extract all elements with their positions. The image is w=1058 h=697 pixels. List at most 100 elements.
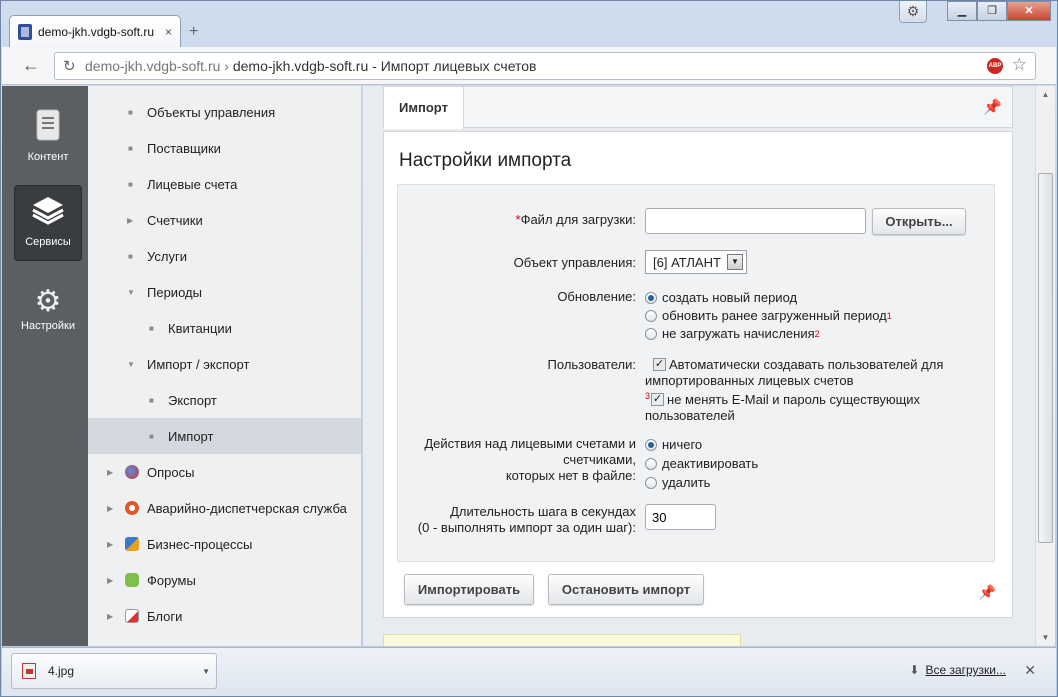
menu-item-objects[interactable]: ■ Объекты управления: [88, 94, 361, 130]
checkbox-checked[interactable]: ✓: [651, 393, 665, 406]
radio-button[interactable]: [645, 310, 657, 322]
collapse-arrow-icon[interactable]: ▼: [127, 288, 135, 297]
menu-item-suppliers[interactable]: ■ Поставщики: [88, 130, 361, 166]
users-opt1-continued: импортированных лицевых счетов: [645, 373, 854, 388]
scrollbar-thumb[interactable]: [1038, 173, 1053, 543]
dropdown-arrow-icon: ▼: [726, 254, 743, 270]
actions-label: Действия над лицевыми счетами и счетчикам…: [424, 436, 636, 483]
menu-item-emergency[interactable]: ▶ Аварийно-диспетчерская служба: [88, 490, 361, 526]
page-title: Настройки импорта: [399, 150, 572, 171]
expand-arrow-icon[interactable]: ▶: [107, 576, 113, 585]
menu-item-polls[interactable]: ▶ Опросы: [88, 454, 361, 490]
action-option-nothing[interactable]: ничего: [639, 436, 758, 454]
close-window-button[interactable]: ✕: [1007, 1, 1051, 21]
action-option-delete[interactable]: удалить: [639, 474, 758, 492]
menu-item-accounts[interactable]: ■ Лицевые счета: [88, 166, 361, 202]
download-arrow-icon: ⬇: [909, 663, 920, 677]
expand-arrow-icon[interactable]: ▶: [107, 540, 113, 549]
action-option-deactivate[interactable]: деактивировать: [639, 455, 758, 473]
update-option-skip[interactable]: не загружать начисления 2: [639, 325, 892, 343]
back-arrow-icon[interactable]: ←: [16, 55, 46, 76]
image-file-icon: [22, 663, 36, 679]
auto-create-users-checkbox[interactable]: ✓ Автоматически создавать пользователей д…: [645, 356, 943, 373]
menu-item-receipts[interactable]: ■ Квитанции: [88, 310, 361, 346]
expand-arrow-icon[interactable]: ▶: [107, 504, 113, 513]
restore-button[interactable]: ❐: [977, 1, 1007, 21]
tab-title: demo-jkh.vdgb-soft.ru: [38, 24, 155, 39]
panel-item-services[interactable]: Сервисы: [14, 185, 82, 261]
bullet-icon: ■: [149, 431, 154, 441]
url-text: demo-jkh.vdgb-soft.ru › demo-jkh.vdgb-so…: [85, 58, 537, 74]
radio-button[interactable]: [645, 292, 657, 304]
browser-window: demo-jkh.vdgb-soft.ru × + ⚙ ▁ ❐ ✕ ← ↻ de…: [0, 0, 1058, 697]
update-option-refresh[interactable]: обновить ранее загруженный период 1: [639, 307, 892, 325]
reload-icon[interactable]: ↻: [63, 57, 85, 75]
import-button[interactable]: Импортировать: [404, 574, 534, 605]
adblock-icon[interactable]: ABP: [987, 58, 1003, 74]
browser-settings-gear-icon[interactable]: ⚙: [899, 1, 927, 23]
new-tab-button[interactable]: +: [189, 23, 198, 41]
downloads-bar: 4.jpg ▼ ⬇ Все загрузки... ✕: [2, 647, 1056, 696]
minimize-button[interactable]: ▁: [947, 1, 977, 21]
bookmark-star-icon[interactable]: ☆: [1012, 55, 1027, 75]
open-file-button[interactable]: Открыть...: [872, 208, 966, 235]
menu-item-business-processes[interactable]: ▶ Бизнес-процессы: [88, 526, 361, 562]
download-file-name: 4.jpg: [48, 664, 75, 678]
radio-button[interactable]: [645, 328, 657, 340]
gear-icon: ⚙: [34, 285, 62, 318]
expand-arrow-icon[interactable]: ▶: [107, 468, 113, 477]
object-select[interactable]: [6] АТЛАНТ ▼: [645, 250, 747, 274]
browser-tab[interactable]: demo-jkh.vdgb-soft.ru ×: [9, 15, 181, 47]
tab-strip: demo-jkh.vdgb-soft.ru × + ⚙ ▁ ❐ ✕: [1, 1, 1057, 47]
page-scrollbar[interactable]: ▲ ▼: [1035, 86, 1055, 646]
file-label: *Файл для загрузки:: [515, 212, 637, 227]
lifebuoy-icon: [125, 501, 139, 515]
close-downloads-icon[interactable]: ✕: [1024, 662, 1036, 679]
expand-arrow-icon[interactable]: ▶: [107, 612, 113, 621]
update-option-new[interactable]: создать новый период: [639, 289, 892, 307]
step-label: Длительность шага в секундах (0 - выполня…: [417, 504, 636, 535]
tab-close-icon[interactable]: ×: [165, 25, 172, 39]
bullet-icon: ■: [128, 107, 133, 117]
menu-item-services[interactable]: ■ Услуги: [88, 238, 361, 274]
pin-icon[interactable]: 📌: [979, 584, 996, 601]
radio-button[interactable]: [645, 458, 657, 470]
bullet-icon: ■: [128, 251, 133, 261]
blog-pencil-icon: [125, 609, 139, 623]
menu-item-import-export[interactable]: ▼ Импорт / экспорт: [88, 346, 361, 382]
stop-import-button[interactable]: Остановить импорт: [548, 574, 704, 605]
pin-icon[interactable]: 📌: [983, 98, 1002, 116]
all-downloads-link[interactable]: ⬇ Все загрузки...: [909, 663, 1006, 677]
document-icon: [14, 108, 82, 151]
collapse-arrow-icon[interactable]: ▼: [127, 360, 135, 369]
download-item[interactable]: 4.jpg ▼: [11, 653, 217, 689]
menu-item-meters[interactable]: ▶ Счетчики: [88, 202, 361, 238]
menu-item-export[interactable]: ■ Экспорт: [88, 382, 361, 418]
menu-item-blogs[interactable]: ▶ Блоги: [88, 598, 361, 634]
scroll-up-arrow-icon[interactable]: ▲: [1036, 86, 1055, 103]
panel-item-settings[interactable]: ⚙ Настройки: [14, 276, 82, 352]
bullet-icon: ■: [149, 395, 154, 405]
checkbox-checked[interactable]: ✓: [653, 358, 666, 371]
panel-item-content[interactable]: Контент: [14, 100, 82, 176]
menu-item-periods[interactable]: ▼ Периоды: [88, 274, 361, 310]
file-input[interactable]: [645, 208, 866, 234]
scroll-down-arrow-icon[interactable]: ▼: [1036, 629, 1055, 646]
chevron-down-icon[interactable]: ▼: [202, 667, 210, 676]
panel-item-label: Контент: [27, 151, 69, 163]
radio-button[interactable]: [645, 439, 657, 451]
bullet-icon: ■: [128, 143, 133, 153]
menu-item-import[interactable]: ■ Импорт: [88, 418, 361, 454]
users-opt2-continued: пользователей: [645, 408, 735, 423]
form-actions: Импортировать Остановить импорт: [404, 574, 704, 605]
keep-credentials-checkbox[interactable]: 3 ✓ не менять E-Mail и пароль существующих: [645, 391, 943, 408]
expand-arrow-icon[interactable]: ▶: [127, 216, 133, 225]
radio-button[interactable]: [645, 477, 657, 489]
address-bar[interactable]: ↻ demo-jkh.vdgb-soft.ru › demo-jkh.vdgb-…: [54, 52, 1036, 80]
content-tab-bar: Импорт 📌: [383, 86, 1013, 129]
bullet-icon: ■: [149, 323, 154, 333]
object-label: Объект управления:: [513, 255, 636, 270]
step-seconds-input[interactable]: [645, 504, 716, 530]
tab-import[interactable]: Импорт: [384, 87, 464, 129]
menu-item-forums[interactable]: ▶ Форумы: [88, 562, 361, 598]
